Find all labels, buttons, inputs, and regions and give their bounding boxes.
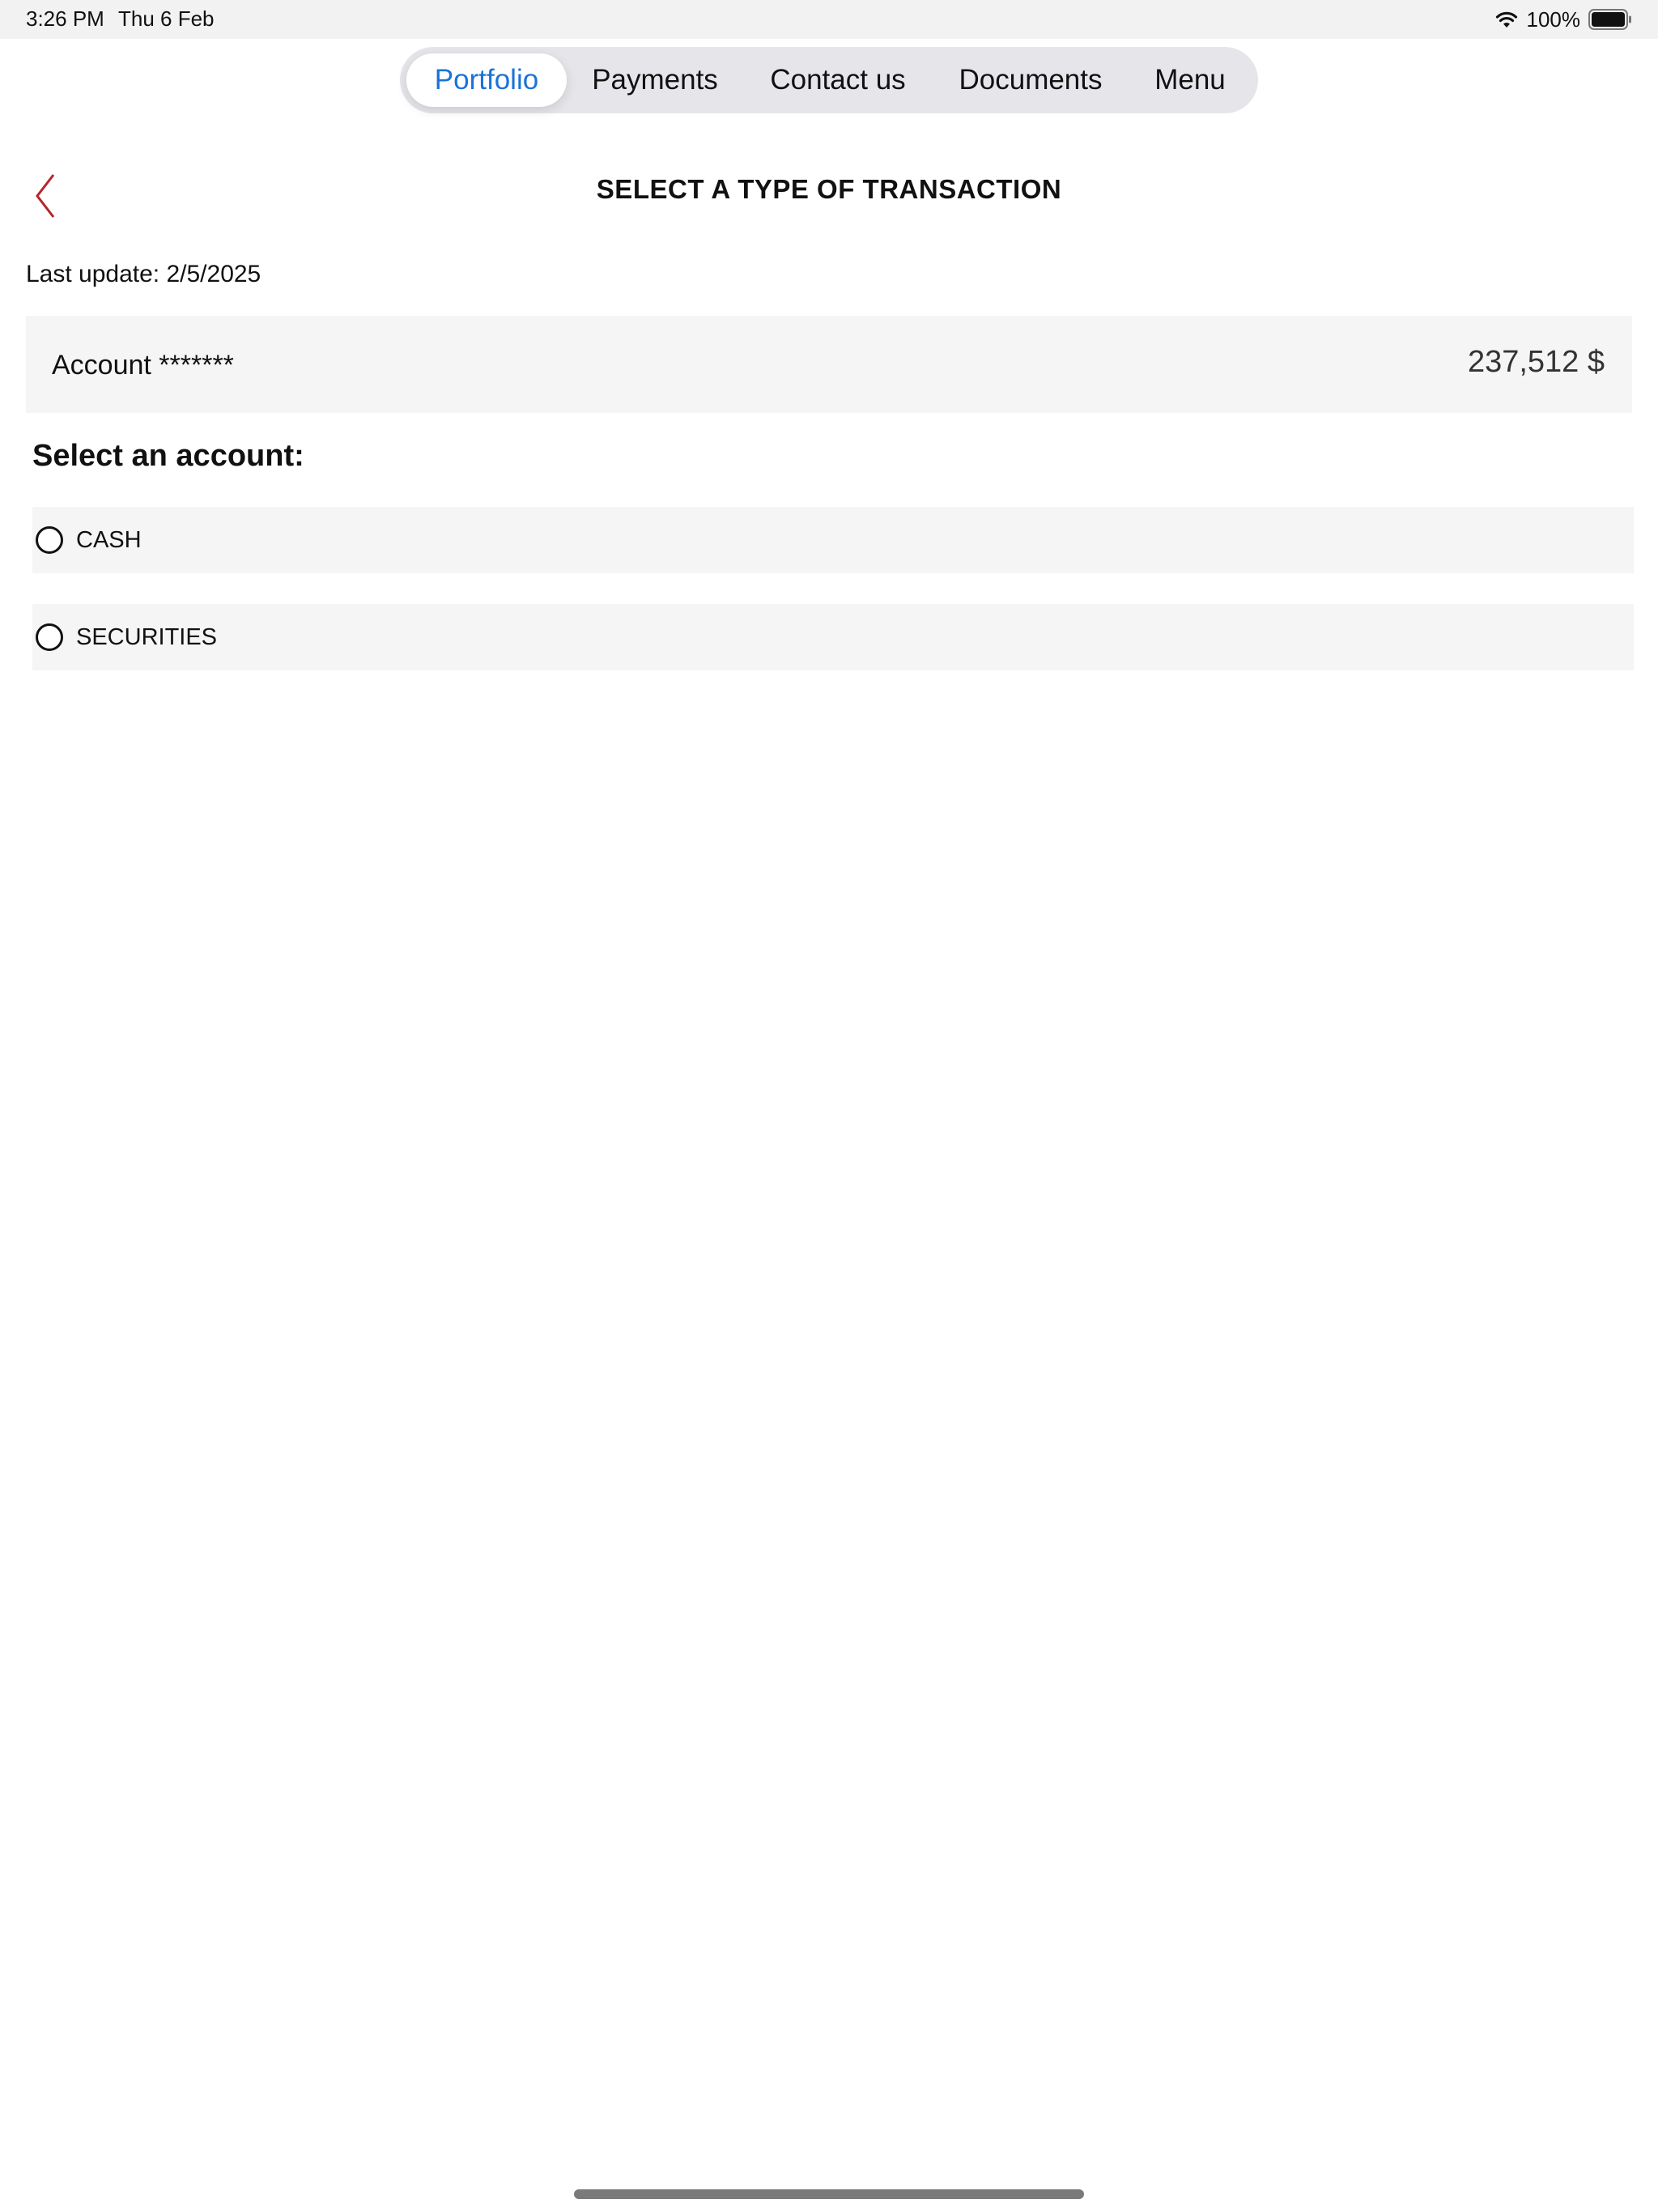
home-indicator[interactable] bbox=[574, 2189, 1084, 2199]
radio-button-icon[interactable] bbox=[36, 526, 63, 554]
account-option-label: CASH bbox=[76, 526, 142, 553]
wifi-icon bbox=[1494, 10, 1519, 29]
main-nav-segmented-control: Portfolio Payments Contact us Documents … bbox=[400, 47, 1258, 113]
account-summary-panel: Account ******* 237,512 $ bbox=[26, 316, 1632, 413]
status-time: 3:26 PM bbox=[26, 6, 104, 31]
account-option-label: SECURITIES bbox=[76, 623, 218, 650]
radio-button-icon[interactable] bbox=[36, 623, 63, 651]
status-date: Thu 6 Feb bbox=[118, 6, 215, 31]
tab-menu[interactable]: Menu bbox=[1129, 53, 1252, 107]
tab-payments[interactable]: Payments bbox=[567, 53, 743, 107]
battery-icon bbox=[1588, 9, 1632, 30]
status-bar: 3:26 PM Thu 6 Feb 100% bbox=[0, 0, 1658, 39]
select-account-heading: Select an account: bbox=[32, 439, 304, 473]
status-indicators: 100% bbox=[1494, 5, 1633, 34]
tab-documents[interactable]: Documents bbox=[933, 53, 1129, 107]
account-label: Account ******* bbox=[52, 350, 234, 381]
battery-percent: 100% bbox=[1526, 6, 1581, 32]
last-update-text: Last update: 2/5/2025 bbox=[26, 261, 261, 287]
tab-portfolio[interactable]: Portfolio bbox=[406, 53, 567, 107]
tab-contact-us[interactable]: Contact us bbox=[743, 53, 933, 107]
account-option-securities[interactable]: SECURITIES bbox=[32, 604, 1634, 670]
account-option-cash[interactable]: CASH bbox=[32, 507, 1634, 573]
account-balance: 237,512 $ bbox=[1467, 345, 1605, 379]
page-title: SELECT A TYPE OF TRANSACTION bbox=[596, 174, 1062, 204]
